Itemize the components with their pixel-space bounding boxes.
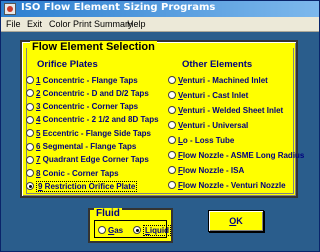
app-window: ISO Flow Element Sizing Programs File Ex… <box>0 0 320 252</box>
gas-label: Gas <box>108 225 124 235</box>
orifice-radio-2[interactable] <box>26 89 34 98</box>
other-radio-4[interactable] <box>168 121 176 129</box>
menu-help[interactable]: Help <box>127 19 146 29</box>
other-option-5[interactable]: Lo - Loss Tube <box>168 134 234 146</box>
orifice-label-1: 1 Concentric - Flange Taps <box>36 75 138 85</box>
orifice-option-2[interactable]: 2 Concentric - D and D/2 Taps <box>26 87 149 99</box>
title-bar[interactable]: ISO Flow Element Sizing Programs <box>1 1 319 17</box>
orifice-label-7: 7 Quadrant Edge Corner Taps <box>36 155 149 165</box>
orifice-option-6[interactable]: 6 Segmental - Flange Taps <box>26 141 136 153</box>
other-radio-6[interactable] <box>168 151 176 159</box>
other-label-3: Venturi - Welded Sheet Inlet <box>178 105 284 115</box>
liquid-label: Liquid <box>143 224 171 236</box>
other-option-2[interactable]: Venturi - Cast Inlet <box>168 89 248 101</box>
orifice-radio-7[interactable] <box>26 155 34 164</box>
other-radio-3[interactable] <box>168 106 176 114</box>
other-label-1: Venturi - Machined Inlet <box>178 75 268 85</box>
other-label-7: Flow Nozzle - ISA <box>178 165 245 175</box>
orifice-radio-4[interactable] <box>26 115 34 124</box>
menu-exit[interactable]: Exit <box>27 19 42 29</box>
other-radio-8[interactable] <box>168 181 176 189</box>
other-label-4: Venturi - Universal <box>178 120 249 130</box>
other-option-3[interactable]: Venturi - Welded Sheet Inlet <box>168 104 283 116</box>
menu-file[interactable]: File <box>6 19 21 29</box>
menu-color[interactable]: Color <box>49 19 71 29</box>
other-label-5: Lo - Loss Tube <box>178 135 235 145</box>
orifice-option-8[interactable]: 8 Conic - Corner Taps <box>26 167 119 179</box>
fluid-title: Fluid <box>94 208 122 219</box>
orifice-option-5[interactable]: 5 Eccentric - Flange Side Taps <box>26 127 151 139</box>
fluid-options-frame: Gas Liquid <box>94 220 171 238</box>
orifice-radio-6[interactable] <box>26 142 34 151</box>
other-radio-7[interactable] <box>168 166 176 174</box>
other-label-2: Venturi - Cast Inlet <box>178 90 249 100</box>
menu-bar: File Exit Color Print Summary Help <box>1 17 319 32</box>
orifice-radio-1[interactable] <box>26 76 34 84</box>
other-radio-5[interactable] <box>168 136 176 144</box>
other-option-6[interactable]: Flow Nozzle - ASME Long Radius <box>168 149 304 161</box>
fluid-group: Gas Liquid Fluid <box>88 208 173 243</box>
menu-print-summary[interactable]: Print Summary <box>73 19 133 29</box>
other-label-6: Flow Nozzle - ASME Long Radius <box>178 150 305 160</box>
other-option-4[interactable]: Venturi - Universal <box>168 119 248 131</box>
orifice-option-9[interactable]: 9 Restriction Orifice Plate <box>26 180 138 192</box>
other-radio-2[interactable] <box>168 91 176 99</box>
other-option-1[interactable]: Venturi - Machined Inlet <box>168 74 268 86</box>
orifice-label-6: 6 Segmental - Flange Taps <box>36 142 137 151</box>
flow-element-selection-panel: Flow Element Selection Orifice Plates Ot… <box>20 40 304 198</box>
orifice-option-3[interactable]: 3 Concentric - Corner Taps <box>26 101 138 113</box>
orifice-label-3: 3 Concentric - Corner Taps <box>36 102 139 112</box>
orifice-option-1[interactable]: 1 Concentric - Flange Taps <box>26 74 138 86</box>
gas-radio[interactable] <box>98 226 106 234</box>
ok-button[interactable]: OK <box>208 210 264 232</box>
ok-accel: O <box>229 216 237 226</box>
orifice-label-2: 2 Concentric - D and D/2 Taps <box>36 88 149 98</box>
window-title: ISO Flow Element Sizing Programs <box>21 2 216 13</box>
orifice-radio-8[interactable] <box>26 169 34 178</box>
orifice-label-5: 5 Eccentric - Flange Side Taps <box>36 128 152 138</box>
client-area: Flow Element Selection Orifice Plates Ot… <box>1 32 319 251</box>
other-elements-heading: Other Elements <box>182 59 253 70</box>
panel-title: Flow Element Selection <box>30 41 157 53</box>
liquid-radio[interactable] <box>133 226 141 234</box>
other-option-7[interactable]: Flow Nozzle - ISA <box>168 164 244 176</box>
orifice-radio-9[interactable] <box>26 182 34 191</box>
other-option-8[interactable]: Flow Nozzle - Venturi Nozzle <box>168 179 286 191</box>
orifice-radio-5[interactable] <box>26 129 34 138</box>
other-label-8: Flow Nozzle - Venturi Nozzle <box>178 180 286 190</box>
orifice-plates-heading: Orifice Plates <box>37 59 98 70</box>
orifice-label-9: 9 Restriction Orifice Plate <box>36 180 138 192</box>
ok-rest: K <box>236 216 243 226</box>
fluid-liquid-option[interactable]: Liquid <box>133 224 171 236</box>
other-radio-1[interactable] <box>168 76 176 84</box>
orifice-radio-3[interactable] <box>26 102 34 111</box>
orifice-option-4[interactable]: 4 Concentric - 2 1/2 and 8D Taps <box>26 114 159 126</box>
orifice-option-7[interactable]: 7 Quadrant Edge Corner Taps <box>26 154 149 166</box>
fluid-gas-option[interactable]: Gas <box>98 224 123 236</box>
app-icon <box>4 3 16 15</box>
orifice-label-8: 8 Conic - Corner Taps <box>36 168 119 178</box>
orifice-label-4: 4 Concentric - 2 1/2 and 8D Taps <box>36 115 159 125</box>
